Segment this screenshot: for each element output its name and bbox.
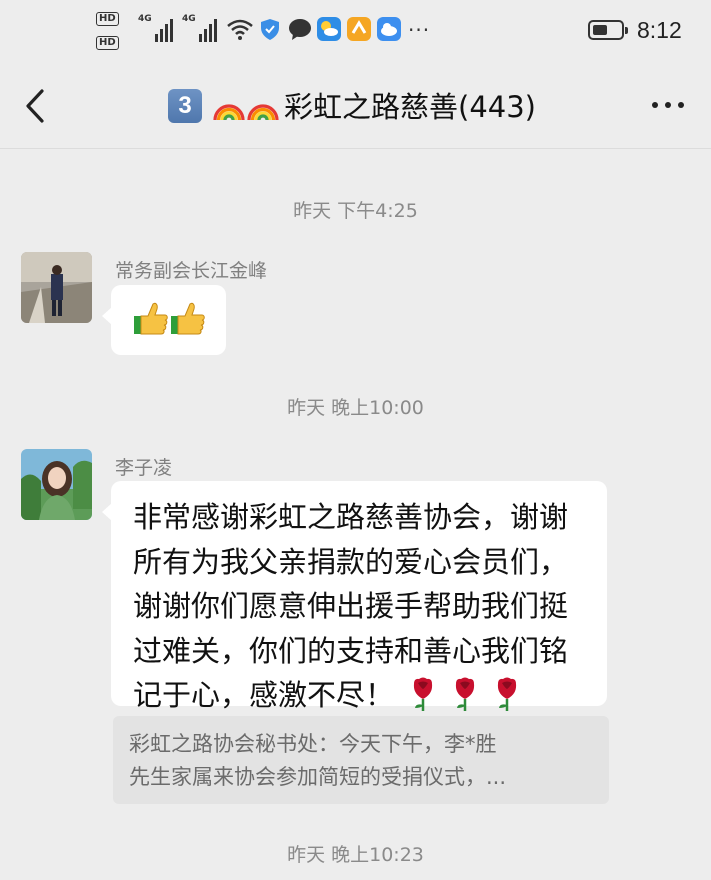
quote-text: 彩虹之路协会秘书处：今天下午，李*胜 先生家属来协会参加简短的受捐仪式，...: [129, 728, 599, 794]
hd-voice-badge-1: HD: [96, 12, 119, 26]
message-bubble[interactable]: [102, 285, 226, 355]
battery-icon: [588, 20, 628, 40]
message-text: 非常感谢彩虹之路慈善协会，谢谢 所有为我父亲捐款的爱心会员们， 谢谢你们愿意伸出…: [133, 495, 599, 718]
quote-line: 先生家属来协会参加简短的受捐仪式，...: [129, 765, 507, 789]
avatar[interactable]: [21, 449, 92, 520]
sender-name: 李子凌: [115, 457, 173, 479]
message-line: 谢谢你们愿意伸出援手帮助我们挺: [133, 589, 569, 623]
message-notification-icon: [289, 19, 311, 40]
message-line: 非常感谢彩虹之路慈善协会，谢谢: [133, 500, 569, 534]
unread-count-badge: 3: [168, 89, 202, 123]
rose-emoji-icon: [413, 677, 433, 711]
signal-icon-1: 4G: [138, 14, 173, 42]
rose-emoji-icon: [497, 677, 517, 711]
rose-emoji-icon: [455, 677, 475, 711]
message-bubble[interactable]: 非常感谢彩虹之路慈善协会，谢谢 所有为我父亲捐款的爱心会员们， 谢谢你们愿意伸出…: [102, 481, 607, 712]
timestamp: 昨天 下午4:25: [293, 200, 418, 222]
thumbs-up-emoji-icon: [134, 302, 205, 335]
timestamp: 昨天 晚上10:23: [287, 844, 424, 866]
weather-app-icon: [317, 17, 341, 41]
status-time: 8:12: [637, 17, 682, 43]
message-line: 记于心，感激不尽！: [133, 678, 395, 712]
rainbow-emoji-icon: [247, 104, 279, 121]
chat-title: 彩虹之路慈善(443): [284, 90, 536, 124]
avatar[interactable]: [21, 252, 92, 323]
cloud-app-icon: [377, 17, 401, 41]
wifi-icon: [227, 19, 253, 40]
sender-name: 常务副会长江金峰: [115, 260, 268, 282]
signal-icon-2: 4G: [182, 14, 217, 42]
more-notifications-icon: ···: [408, 18, 431, 42]
app-notification-icon: [347, 17, 371, 41]
chat-header: 3 彩虹之路慈善(443): [0, 64, 711, 149]
status-bar: HD HD 4G 4G ··· 8:12: [0, 0, 711, 64]
battery-level: [593, 25, 607, 35]
quoted-message[interactable]: 彩虹之路协会秘书处：今天下午，李*胜 先生家属来协会参加简短的受捐仪式，...: [113, 716, 609, 804]
quote-line: 彩虹之路协会秘书处：今天下午，李*胜: [129, 732, 497, 756]
network-type-1: 4G: [138, 14, 152, 24]
message-line: 过难关，你们的支持和善心我们铭: [133, 633, 569, 668]
more-options-icon[interactable]: [652, 102, 684, 108]
rainbow-emoji-icon: [213, 104, 245, 121]
shield-icon: [261, 19, 279, 40]
back-arrow-icon[interactable]: [22, 88, 52, 124]
timestamp: 昨天 晚上10:00: [287, 397, 424, 419]
network-type-2: 4G: [182, 14, 196, 24]
message-line: 所有为我父亲捐款的爱心会员们，: [133, 544, 569, 579]
message-line-last: 记于心，感激不尽！: [133, 673, 599, 718]
hd-voice-badge-2: HD: [96, 36, 119, 50]
